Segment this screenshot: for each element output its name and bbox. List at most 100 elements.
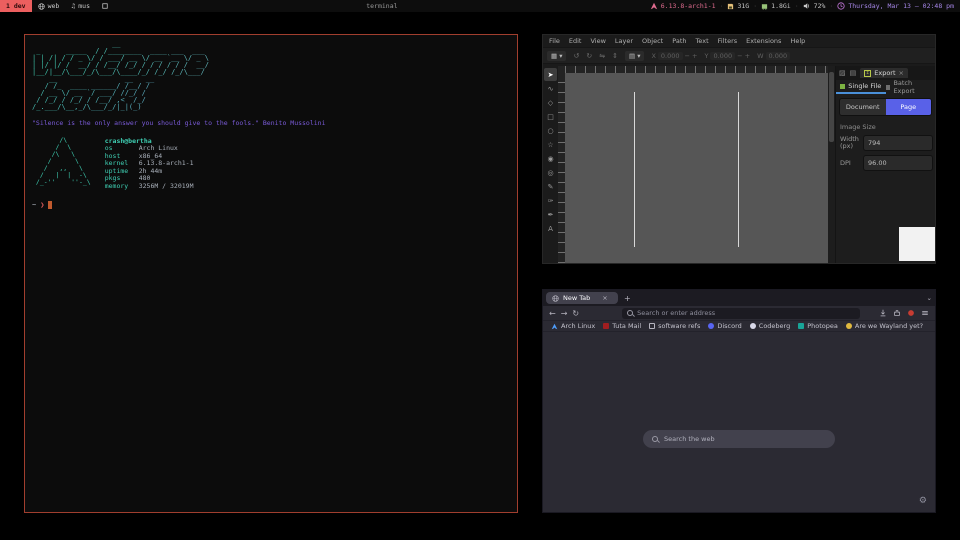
- fetch-row: memory 3256M / 32019M: [105, 183, 194, 191]
- bookmark-folder-software-refs[interactable]: software refs: [649, 322, 700, 330]
- objects-panel-icon[interactable]: ▨: [839, 69, 846, 77]
- rectangle-tool[interactable]: □: [544, 110, 557, 123]
- menu-file[interactable]: File: [549, 37, 560, 45]
- bookmark-photopea[interactable]: Photopea: [798, 322, 838, 330]
- flip-vertical-icon[interactable]: ⇕: [612, 52, 618, 60]
- text-tool[interactable]: A: [544, 222, 557, 235]
- ascii-art-back: __ __ __ / /_ ____ ______/ /__/ / / __ \…: [32, 76, 510, 111]
- close-icon[interactable]: ×: [899, 69, 904, 77]
- discord-icon: [708, 323, 714, 329]
- x-stepper[interactable]: − +: [685, 52, 698, 60]
- export-preview-thumbnail: [899, 227, 935, 261]
- bookmark-are-we-wayland-yet[interactable]: Are we Wayland yet?: [846, 322, 923, 330]
- music-icon: ♫: [71, 2, 75, 10]
- layers-panel-icon[interactable]: ▤: [850, 69, 857, 77]
- adblocker-icon[interactable]: [907, 309, 915, 317]
- menu-text[interactable]: Text: [696, 37, 709, 45]
- personalize-gear-icon[interactable]: ⚙: [919, 496, 927, 506]
- export-panel: ▨ ▤ ↥ Export × Single File Batch Export: [835, 66, 935, 263]
- workspace-dev[interactable]: 1 dev: [0, 0, 32, 12]
- selection-mode-dropdown[interactable]: ▦ ▾: [547, 51, 566, 61]
- menu-layer[interactable]: Layer: [615, 37, 633, 45]
- menu-filters[interactable]: Filters: [718, 37, 737, 45]
- shell-prompt[interactable]: ~ ❯: [32, 201, 510, 209]
- star-tool[interactable]: ☆: [544, 138, 557, 151]
- extensions-icon[interactable]: [893, 309, 901, 317]
- menu-path[interactable]: Path: [672, 37, 686, 45]
- fetch-info: crash@bertha os Arch Linux host x86_64 k…: [105, 137, 194, 191]
- menu-icon[interactable]: [921, 309, 929, 317]
- export-width-input[interactable]: 794: [863, 135, 933, 151]
- terminal-window[interactable]: __ _ _____ / /________ ____ ___ ___ | | …: [24, 34, 518, 513]
- back-icon[interactable]: ←: [549, 309, 556, 318]
- pen-tool[interactable]: ✑: [544, 194, 557, 207]
- y-stepper[interactable]: − +: [737, 52, 750, 60]
- calligraphy-tool[interactable]: ✒: [544, 208, 557, 221]
- inkscape-window[interactable]: File Edit View Layer Object Path Text Fi…: [542, 34, 936, 264]
- status-bar: 1 dev web ♫ mus terminal 6.13.8-arch1-1 …: [0, 0, 960, 12]
- ram-icon: [761, 3, 768, 10]
- disk-module: 31G: [727, 2, 749, 10]
- horizontal-ruler: [565, 66, 828, 73]
- workspace-web[interactable]: web: [32, 0, 66, 12]
- menu-edit[interactable]: Edit: [569, 37, 582, 45]
- bookmark-codeberg[interactable]: Codeberg: [750, 322, 790, 330]
- width-field[interactable]: W 0.000: [757, 52, 790, 60]
- square-icon: [102, 3, 108, 9]
- kernel-version: 6.13.8-arch1-1: [661, 2, 716, 10]
- firefox-window[interactable]: New Tab × + ⌄ ← → ↻ Search or enter addr…: [542, 289, 936, 513]
- photopea-icon: [798, 323, 804, 329]
- tab-close-icon[interactable]: ×: [602, 294, 607, 302]
- flip-horizontal-icon[interactable]: ⇋: [599, 52, 605, 60]
- menu-extensions[interactable]: Extensions: [746, 37, 781, 45]
- menu-object[interactable]: Object: [642, 37, 663, 45]
- export-width-row: Width (px) 794: [840, 135, 933, 151]
- downloads-icon[interactable]: [879, 309, 887, 317]
- scope-page-button[interactable]: Page: [886, 99, 932, 115]
- bookmark-arch-linux[interactable]: Arch Linux: [551, 322, 595, 330]
- scope-document-button[interactable]: Document: [840, 99, 886, 115]
- inkscape-canvas[interactable]: [558, 66, 828, 263]
- export-icon: ↥: [864, 70, 871, 77]
- spiral-tool[interactable]: ◎: [544, 166, 557, 179]
- bookmark-tuta-mail[interactable]: Tuta Mail: [603, 322, 641, 330]
- new-tab-page: Search the web ⚙: [543, 334, 935, 512]
- inkscape-menubar: File Edit View Layer Object Path Text Fi…: [543, 35, 935, 47]
- menu-view[interactable]: View: [590, 37, 605, 45]
- list-tabs-chevron-icon[interactable]: ⌄: [927, 294, 932, 302]
- export-dialog-tab[interactable]: ↥ Export ×: [860, 68, 908, 78]
- active-tab[interactable]: New Tab ×: [546, 292, 618, 304]
- clock-module: Thursday, Mar 13 — 02:48 pm: [837, 2, 954, 10]
- prompt-chevron: ❯: [40, 201, 44, 209]
- tab-batch-export[interactable]: Batch Export: [886, 80, 936, 94]
- selector-tool[interactable]: ➤: [544, 68, 557, 81]
- search-icon: [627, 310, 633, 316]
- node-tool[interactable]: ∿: [544, 82, 557, 95]
- canvas-scrollbar[interactable]: [828, 66, 835, 263]
- rotate-cw-icon[interactable]: ↻: [586, 52, 592, 60]
- web-search-input[interactable]: Search the web: [643, 430, 835, 448]
- batch-export-icon: [886, 85, 891, 90]
- bookmark-discord[interactable]: Discord: [708, 322, 741, 330]
- workspace-music[interactable]: ♫ mus: [65, 0, 96, 12]
- box-3d-tool[interactable]: ◉: [544, 152, 557, 165]
- reload-icon[interactable]: ↻: [572, 309, 579, 318]
- workspace-extra[interactable]: [96, 0, 114, 12]
- align-dropdown[interactable]: ▤ ▾: [625, 51, 644, 61]
- forward-icon[interactable]: →: [561, 309, 568, 318]
- menu-help[interactable]: Help: [790, 37, 805, 45]
- new-tab-button[interactable]: +: [624, 294, 631, 303]
- tab-single-file[interactable]: Single File: [836, 80, 886, 94]
- export-dpi-input[interactable]: 96.00: [863, 155, 933, 171]
- shape-builder-tool[interactable]: ◇: [544, 96, 557, 109]
- url-bar[interactable]: Search or enter address: [622, 308, 860, 319]
- x-coordinate-field[interactable]: X 0.000 − +: [651, 52, 697, 60]
- rotate-ccw-icon[interactable]: ↺: [573, 52, 579, 60]
- tool-options-bar: ▦ ▾ ↺ ↻ ⇋ ⇕ ▤ ▾ X 0.000 − + Y 0.000 − + …: [543, 47, 935, 64]
- y-coordinate-field[interactable]: Y 0.000 − +: [705, 52, 751, 60]
- speaker-icon: [803, 2, 811, 10]
- ellipse-tool[interactable]: ○: [544, 124, 557, 137]
- prompt-path: ~: [32, 201, 36, 209]
- scrollbar-thumb[interactable]: [829, 72, 834, 142]
- pencil-tool[interactable]: ✎: [544, 180, 557, 193]
